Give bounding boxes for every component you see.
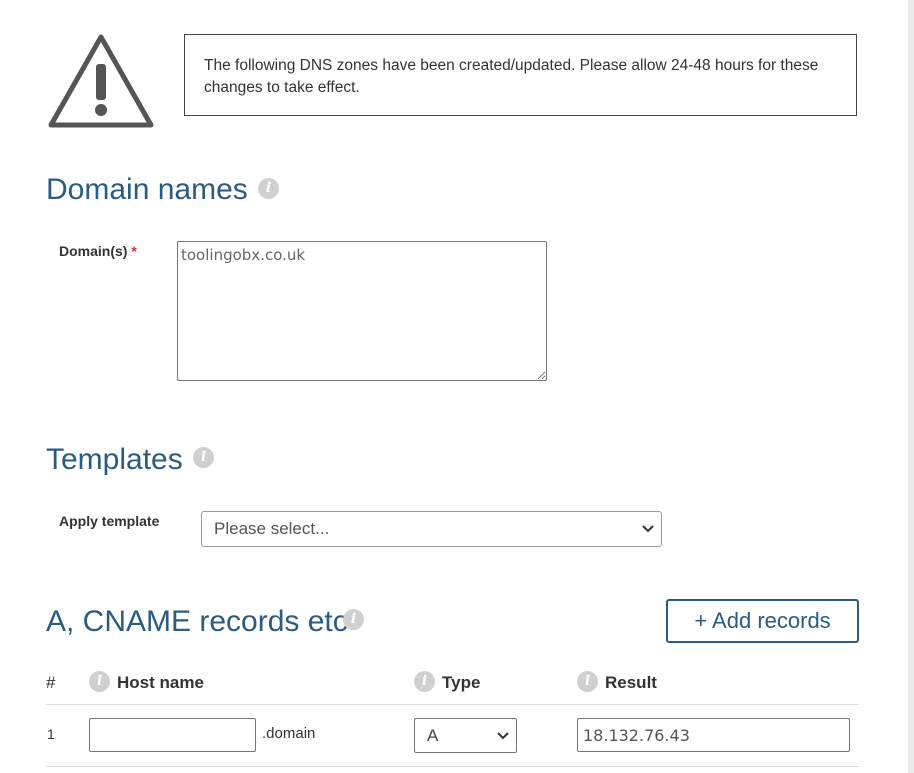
apply-template-label: Apply template	[59, 513, 160, 529]
column-header-host: Host name	[117, 673, 204, 692]
table-divider	[46, 704, 859, 705]
domain-names-heading: Domain names	[46, 173, 248, 206]
warning-icon	[48, 34, 154, 128]
column-header-result: Result	[605, 673, 657, 692]
domain-suffix: .domain	[262, 725, 316, 742]
add-records-button[interactable]: + Add records	[666, 599, 859, 643]
template-select[interactable]: Please select...	[201, 511, 662, 547]
info-icon[interactable]: i	[343, 609, 364, 630]
chevron-down-icon	[497, 732, 509, 740]
info-icon[interactable]: i	[258, 178, 279, 199]
table-divider	[46, 766, 859, 767]
records-heading: A, CNAME records etc	[46, 605, 348, 638]
host-name-input[interactable]	[89, 718, 256, 752]
record-type-value: A	[427, 726, 439, 745]
info-icon[interactable]: i	[577, 671, 598, 692]
info-icon[interactable]: i	[414, 671, 435, 692]
required-asterisk: *	[131, 243, 137, 259]
domains-textarea[interactable]: toolingobx.co.uk	[177, 241, 547, 381]
template-select-value: Please select...	[214, 519, 330, 538]
column-header-number: #	[46, 673, 56, 692]
templates-heading: Templates	[46, 443, 183, 476]
dns-update-notice: The following DNS zones have been create…	[184, 34, 857, 116]
chevron-down-icon	[642, 525, 654, 533]
result-input[interactable]	[577, 718, 850, 752]
info-icon[interactable]: i	[193, 447, 214, 468]
record-type-select[interactable]: A	[414, 718, 517, 753]
row-number: 1	[47, 726, 55, 742]
dns-zone-panel: The following DNS zones have been create…	[0, 0, 908, 773]
info-icon[interactable]: i	[89, 671, 110, 692]
notice-text: The following DNS zones have been create…	[204, 57, 819, 96]
column-header-type: Type	[442, 673, 481, 692]
domains-label: Domain(s) *	[59, 243, 137, 259]
